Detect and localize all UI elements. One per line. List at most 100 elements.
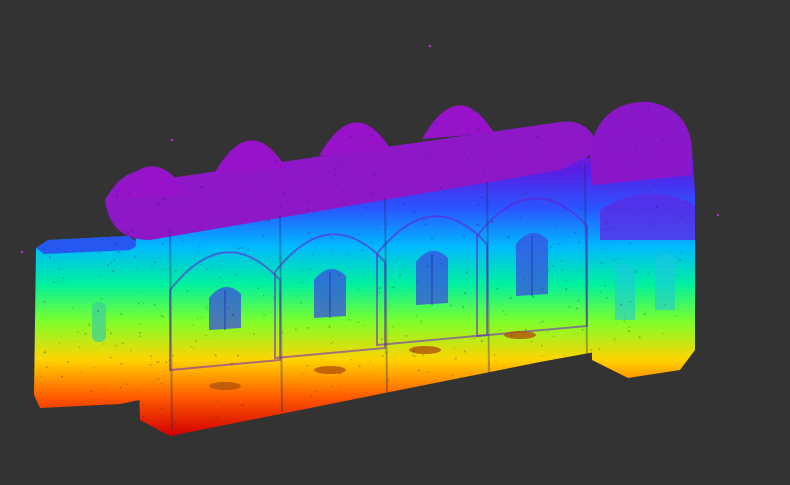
cloud-point [149, 363, 152, 366]
cloud-point [555, 225, 558, 227]
cloud-point [247, 248, 250, 251]
cloud-point [559, 131, 562, 133]
cloud-point [206, 268, 208, 270]
cloud-point [612, 150, 614, 152]
cloud-point [579, 269, 581, 271]
cloud-point [590, 349, 593, 352]
cloud-point [509, 297, 512, 300]
cloud-point [496, 287, 499, 290]
cloud-point [215, 416, 218, 419]
cloud-point [357, 321, 360, 324]
cloud-point [392, 285, 395, 289]
cloud-point [338, 386, 340, 388]
cloud-point [262, 235, 265, 237]
cloud-point [153, 303, 156, 306]
cloud-point [290, 163, 292, 165]
cloud-point [297, 171, 299, 173]
cloud-point [119, 233, 122, 236]
cloud-point [575, 307, 579, 310]
cloud-point [650, 157, 653, 160]
cloud-point [443, 190, 446, 193]
cloud-point [115, 195, 119, 198]
cloud-point [537, 267, 540, 269]
cloud-point [110, 332, 113, 335]
cloud-point [175, 188, 177, 190]
cloud-point [118, 213, 120, 215]
cloud-point [162, 243, 164, 246]
cloud-point [307, 232, 309, 235]
cloud-point [261, 160, 263, 162]
cloud-point [628, 326, 631, 328]
cloud-point [135, 268, 137, 270]
cloud-point [605, 222, 608, 225]
cloud-point [116, 399, 118, 402]
cloud-point [542, 287, 544, 290]
cloud-point [519, 216, 522, 220]
cloud-point [41, 422, 44, 425]
cloud-point [548, 190, 550, 192]
cloud-point [227, 307, 230, 310]
cloud-point [391, 189, 393, 191]
cloud-point [130, 349, 132, 352]
cloud-point [653, 183, 656, 186]
cloud-point [503, 114, 506, 117]
cloud-point [663, 274, 665, 276]
cloud-point [462, 234, 466, 237]
apse-window-2 [655, 253, 675, 310]
cloud-point [249, 223, 252, 226]
cloud-point [633, 115, 635, 117]
cloud-point [160, 206, 162, 208]
cloud-point [362, 324, 364, 326]
cloud-point [119, 386, 122, 390]
cloud-point [138, 323, 141, 325]
cloud-point [296, 185, 299, 188]
cloud-point [653, 223, 655, 225]
cloud-point [81, 415, 84, 418]
cloud-point [156, 379, 158, 381]
cloud-point [138, 331, 141, 334]
cloud-point [331, 385, 334, 388]
cloud-point [453, 347, 455, 349]
cloud-point [353, 208, 355, 210]
cloud-point [210, 336, 212, 339]
cloud-point [307, 208, 310, 212]
cloud-point [264, 406, 266, 408]
cloud-point [134, 255, 137, 258]
cloud-point [436, 232, 438, 234]
cloud-point [472, 188, 474, 190]
cloud-point [142, 403, 145, 406]
cloud-point [577, 332, 579, 334]
cloud-point [97, 222, 99, 224]
cloud-point [339, 372, 342, 375]
3d-viewport[interactable] [0, 0, 790, 485]
cloud-point [452, 374, 454, 377]
cloud-point [504, 136, 506, 138]
cloud-point [424, 152, 427, 154]
cloud-point [628, 242, 631, 245]
cloud-point [507, 235, 509, 238]
cloud-point [306, 181, 309, 183]
cloud-point [638, 336, 641, 339]
cloud-point [539, 322, 541, 324]
point-cloud-view [20, 44, 720, 436]
apse-window-1 [615, 263, 635, 320]
cloud-point [266, 276, 269, 278]
cloud-point [60, 375, 64, 378]
cloud-point [125, 383, 128, 385]
cloud-point [560, 259, 563, 262]
cloud-point [103, 343, 105, 345]
cloud-point [315, 390, 318, 393]
cloud-point [66, 360, 70, 364]
cloud-point [369, 360, 371, 362]
cloud-point [260, 332, 262, 334]
cloud-point [664, 304, 666, 306]
cloud-point [142, 302, 145, 305]
cloud-point [237, 247, 240, 250]
cloud-point [439, 129, 442, 132]
cloud-point [281, 332, 284, 334]
cloud-point [524, 328, 527, 331]
cloud-point [52, 280, 55, 283]
cloud-point [301, 269, 304, 272]
cloud-point [468, 145, 470, 147]
cloud-point [561, 241, 563, 243]
